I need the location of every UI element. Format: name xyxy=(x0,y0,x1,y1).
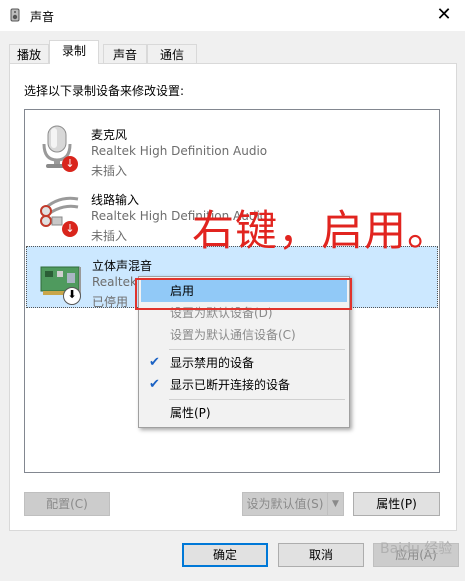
menu-item-show-disconnected[interactable]: ✔ 显示已断开连接的设备 xyxy=(141,374,347,396)
set-default-dropdown[interactable]: ▼ xyxy=(327,492,344,516)
menu-item-properties[interactable]: 属性(P) xyxy=(141,402,347,424)
device-description: Realtek High Definition Audio xyxy=(91,144,268,158)
checkmark-icon: ✔ xyxy=(149,377,160,392)
device-status: 未插入 xyxy=(91,229,128,243)
tab-recording[interactable]: 录制 xyxy=(49,40,99,64)
chevron-down-icon: ▼ xyxy=(332,499,339,509)
tab-label: 录制 xyxy=(61,44,86,58)
instruction-text: 选择以下录制设备来修改设置: xyxy=(24,84,185,98)
device-status: 已停用 xyxy=(92,295,129,309)
set-default-button[interactable]: 设为默认值(S) xyxy=(242,492,328,516)
menu-item-label: 显示禁用的设备 xyxy=(170,356,255,370)
disabled-badge-icon: ⬇ xyxy=(63,287,81,305)
button-label: 设为默认值(S) xyxy=(246,497,324,511)
menu-item-set-default-comm-device[interactable]: 设置为默认通信设备(C) xyxy=(141,324,347,346)
cancel-button[interactable]: 取消 xyxy=(278,543,364,567)
menu-item-label: 显示已断开连接的设备 xyxy=(170,378,291,392)
device-name: 立体声混音 xyxy=(92,259,153,273)
menu-item-label: 设置为默认通信设备(C) xyxy=(170,328,296,342)
menu-separator xyxy=(169,399,345,400)
ok-button[interactable]: 确定 xyxy=(182,543,268,567)
tab-sounds[interactable]: 声音 xyxy=(103,44,147,64)
button-label: 属性(P) xyxy=(376,497,417,511)
unplugged-badge-icon: ↓ xyxy=(62,156,78,172)
device-item-microphone[interactable]: ↓ 麦克风 Realtek High Definition Audio 未插入 xyxy=(26,116,438,178)
menu-item-label: 属性(P) xyxy=(170,406,211,420)
close-icon: ✕ xyxy=(436,4,452,25)
properties-button[interactable]: 属性(P) xyxy=(353,492,440,516)
button-label: 取消 xyxy=(308,548,333,562)
tab-communications[interactable]: 通信 xyxy=(147,44,197,64)
unplugged-badge-icon: ↓ xyxy=(62,221,78,237)
menu-separator xyxy=(169,349,345,350)
button-label: 配置(C) xyxy=(46,497,88,511)
checkmark-icon: ✔ xyxy=(149,355,160,370)
device-name: 麦克风 xyxy=(91,128,128,142)
window-title: 声音 xyxy=(30,10,55,24)
title-bar: 声音 ✕ xyxy=(0,0,465,31)
speaker-icon xyxy=(10,8,20,22)
highlight-box xyxy=(135,278,352,310)
device-status: 未插入 xyxy=(91,164,128,178)
tab-label: 声音 xyxy=(112,48,137,62)
close-button[interactable]: ✕ xyxy=(430,2,458,28)
tab-label: 播放 xyxy=(16,48,41,62)
tab-playback[interactable]: 播放 xyxy=(9,44,49,64)
device-name: 线路输入 xyxy=(91,193,140,207)
tab-label: 通信 xyxy=(159,48,184,62)
configure-button[interactable]: 配置(C) xyxy=(24,492,110,516)
menu-item-show-disabled[interactable]: ✔ 显示禁用的设备 xyxy=(141,352,347,374)
annotation-text: 右键，启用。 xyxy=(192,206,451,255)
button-label: 确定 xyxy=(212,548,237,562)
watermark: Baidu 经验 xyxy=(380,541,453,557)
